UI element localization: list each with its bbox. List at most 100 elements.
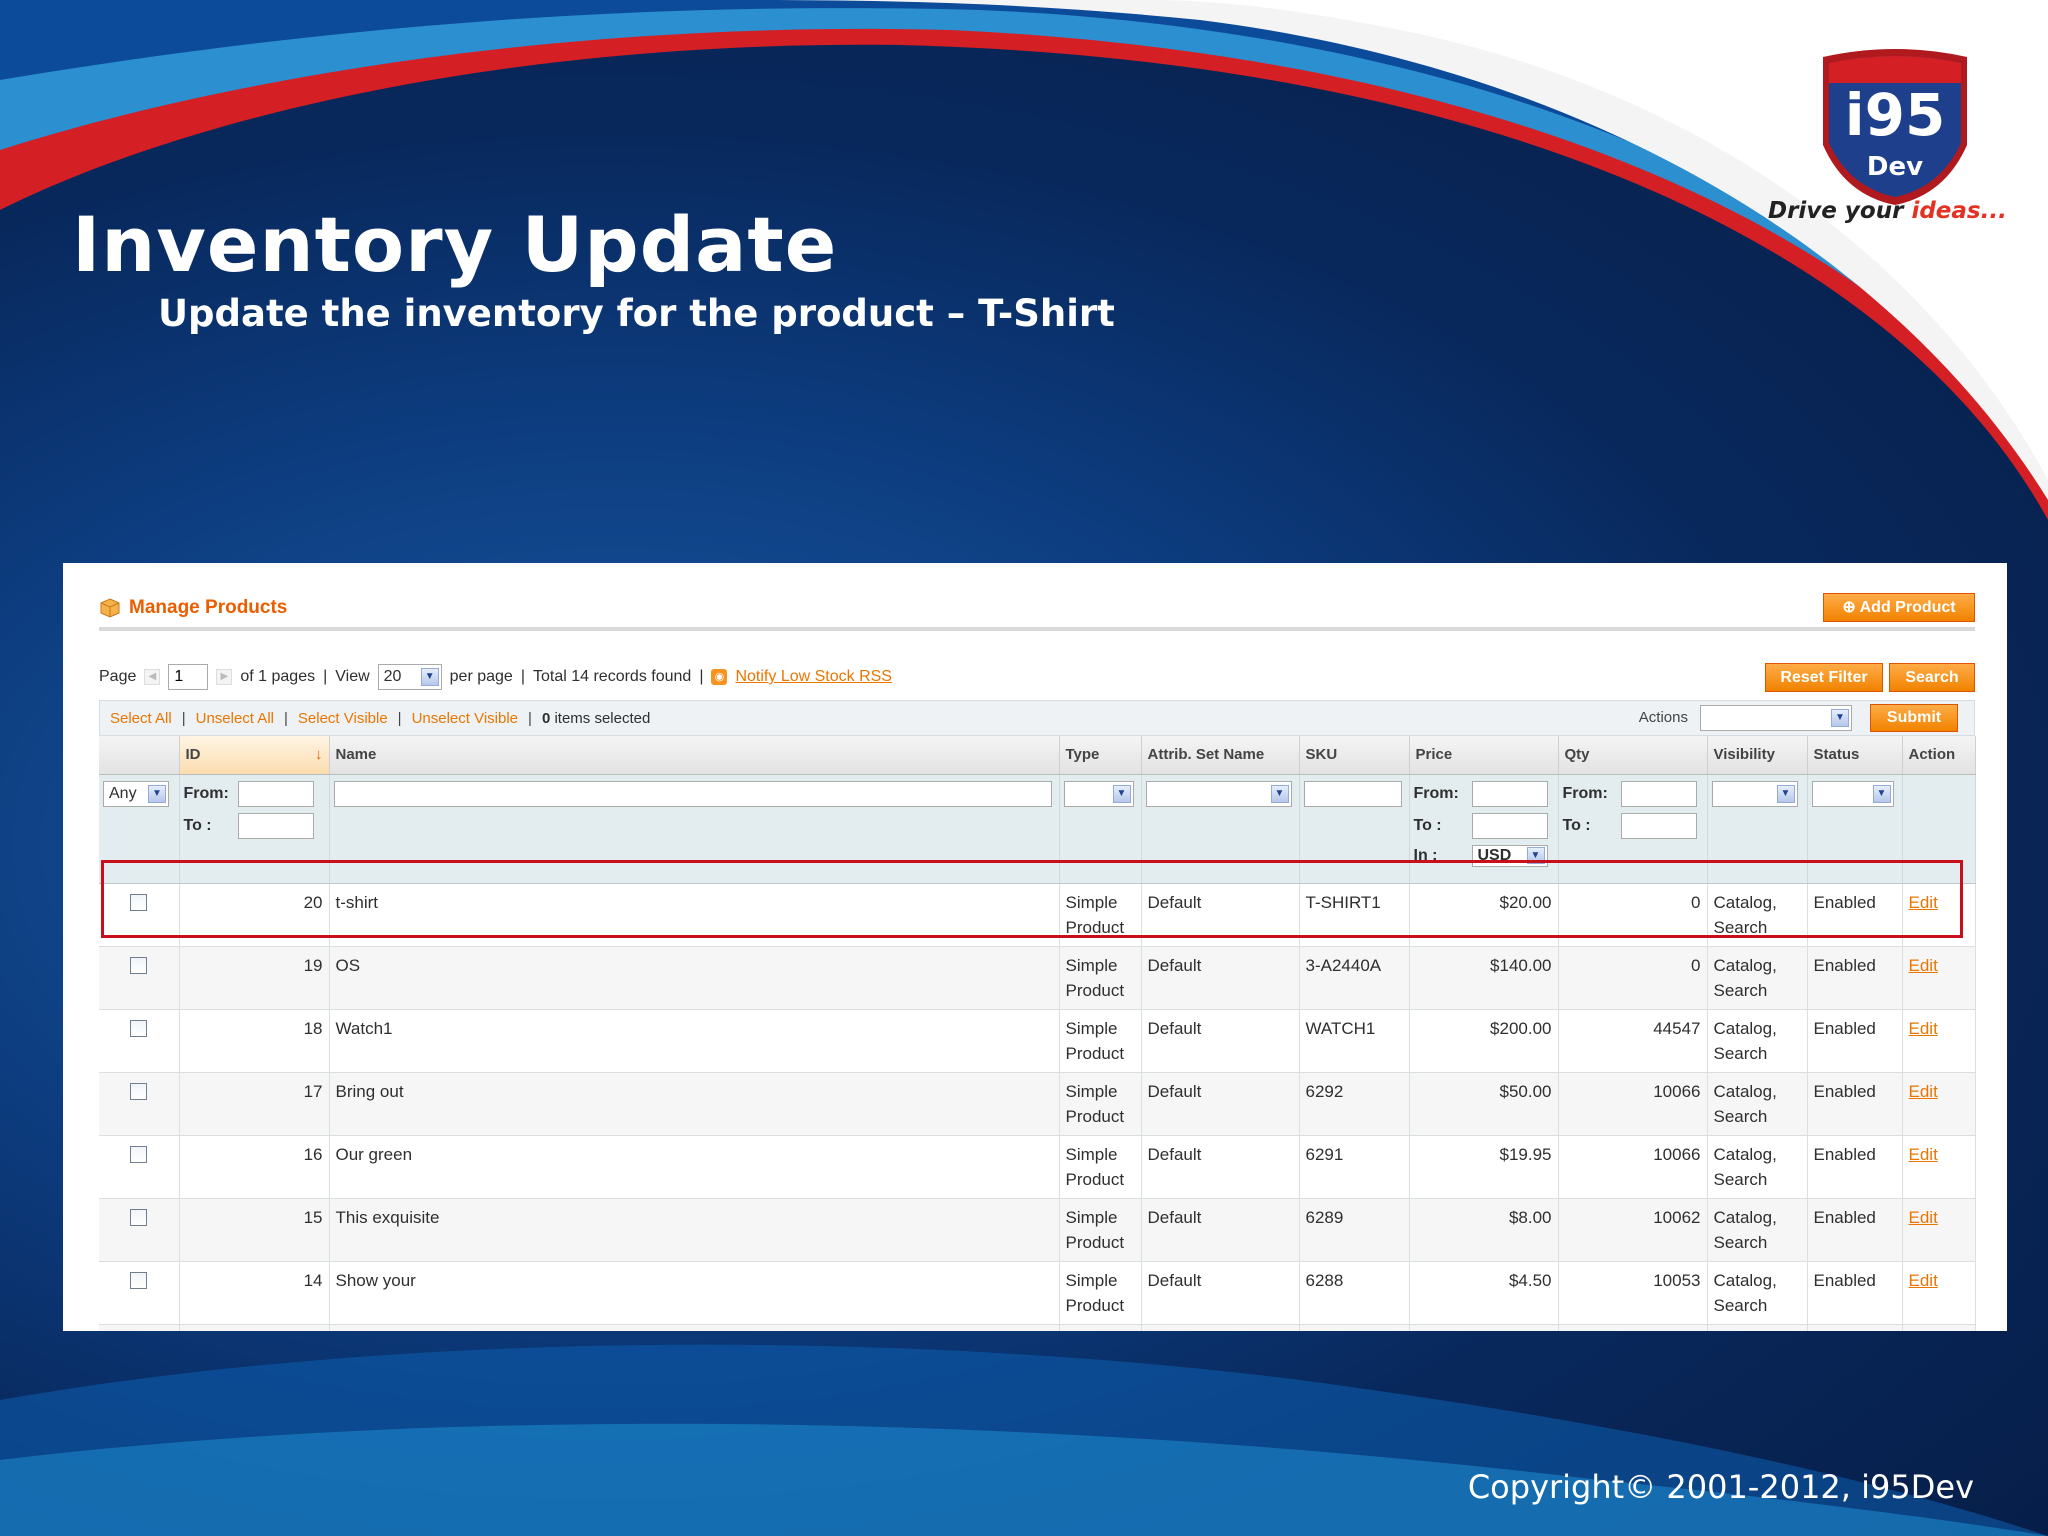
page-header: Manage Products ⊕ Add Product [99, 593, 1975, 625]
id-to-input[interactable] [237, 812, 314, 839]
cell-action: Edit [1902, 1072, 1976, 1136]
cell-id: 20 [179, 883, 330, 947]
qty-to-input[interactable] [1620, 812, 1697, 839]
select-all-link[interactable]: Select All [110, 710, 172, 727]
price-to-input[interactable] [1471, 812, 1548, 839]
id-from-input[interactable] [237, 780, 314, 807]
row-checkbox[interactable] [130, 956, 148, 974]
cell-visibility: Catalog,Search [1707, 1198, 1808, 1262]
type-filter-select[interactable]: ▼ [1063, 780, 1134, 807]
cell-price: $140.00 [1409, 946, 1559, 1010]
edit-link[interactable]: Edit [1909, 1145, 1938, 1164]
cell-price: $200.00 [1409, 1009, 1559, 1073]
chevron-down-icon: ▼ [1526, 846, 1545, 864]
cell-id: 18 [179, 1009, 330, 1073]
cell-attrib-set: Default [1141, 1135, 1300, 1199]
attrib-set-filter-select[interactable]: ▼ [1145, 780, 1292, 807]
submit-button[interactable]: Submit [1870, 704, 1958, 732]
next-page-icon[interactable]: ▶ [216, 669, 233, 685]
edit-link[interactable]: Edit [1909, 1082, 1938, 1101]
col-price-header[interactable]: Price [1409, 736, 1559, 775]
row-checkbox[interactable] [130, 893, 148, 911]
cell-sku: 6292 [1299, 1072, 1410, 1136]
cell-type: SimpleProduct [1059, 1261, 1142, 1325]
prev-page-icon[interactable]: ◀ [144, 669, 161, 685]
add-product-button[interactable]: ⊕ Add Product [1823, 593, 1975, 622]
table-row[interactable]: 20 t-shirt Simple Product Default T-SHIRT1 $20… [99, 883, 1976, 947]
table-row[interactable]: 16 Our green Simple Product Default 6291 $19.9… [99, 1135, 1976, 1199]
name-filter-input[interactable] [333, 780, 1052, 807]
cell-qty: 10066 [1558, 1135, 1708, 1199]
row-checkbox[interactable] [130, 1019, 148, 1037]
sku-filter-input[interactable] [1303, 780, 1402, 807]
slide-subtitle: Update the inventory for the product – T… [158, 292, 1115, 335]
page-number-input[interactable] [168, 664, 209, 690]
qty-from-input[interactable] [1620, 780, 1697, 807]
edit-link[interactable]: Edit [1909, 1271, 1938, 1290]
col-qty-header[interactable]: Qty [1558, 736, 1708, 775]
col-type-header[interactable]: Type [1059, 736, 1142, 775]
notify-low-stock-rss-link[interactable]: Notify Low Stock RSS [735, 668, 892, 686]
cell-visibility: Catalog,Search [1707, 1324, 1808, 1331]
unselect-visible-link[interactable]: Unselect Visible [412, 710, 518, 727]
cell-price: $8.00 [1409, 1198, 1559, 1262]
col-status-header[interactable]: Status [1807, 736, 1903, 775]
col-action-header: Action [1902, 736, 1976, 775]
cell-attrib-set: Default [1141, 1009, 1300, 1073]
price-from-input[interactable] [1471, 780, 1548, 807]
massaction-filter-select[interactable]: Any ▼ [103, 780, 169, 807]
mass-action-bar: Select All | Unselect All | Select Visible… [99, 700, 1975, 736]
table-row[interactable]: 18 Watch1 Simple Product Default WATCH1 $200.0… [99, 1009, 1976, 1073]
table-row[interactable]: 14 Show your Simple Product Default 6288 $4.50… [99, 1261, 1976, 1325]
actions-select[interactable]: ▼ [1700, 705, 1852, 731]
edit-link[interactable]: Edit [1909, 956, 1938, 975]
unselect-all-link[interactable]: Unselect All [196, 710, 274, 727]
col-name-header[interactable]: Name [329, 736, 1060, 775]
cell-type: SimpleProduct [1059, 946, 1142, 1010]
sort-down-icon: ↓ [315, 746, 323, 764]
cell-sku: 6291 [1299, 1135, 1410, 1199]
col-attrib-set-header[interactable]: Attrib. Set Name [1141, 736, 1300, 775]
header-divider [99, 627, 1975, 631]
row-checkbox[interactable] [130, 1271, 148, 1289]
select-visible-link[interactable]: Select Visible [298, 710, 388, 727]
table-row[interactable]: 13Tired ofSimpleProductDefault6286$5.959… [99, 1324, 1976, 1331]
row-checkbox[interactable] [130, 1145, 148, 1163]
cell-status: Enabled [1807, 1324, 1903, 1331]
cell-status: Enabled [1807, 1261, 1903, 1325]
col-id-header[interactable]: ID ↓ [179, 736, 330, 775]
cell-type: SimpleProduct [1059, 1135, 1142, 1199]
visibility-filter-select[interactable]: ▼ [1711, 780, 1798, 807]
per-page-select[interactable]: 20 ▼ [377, 664, 442, 690]
search-button[interactable]: Search [1889, 663, 1975, 692]
cell-status: Enabled [1807, 946, 1903, 1010]
status-filter-select[interactable]: ▼ [1811, 780, 1894, 807]
currency-select[interactable]: USD ▼ [1471, 844, 1548, 867]
rss-icon: ◉ [711, 669, 728, 685]
cell-name: Our green [329, 1135, 1060, 1199]
edit-link[interactable]: Edit [1909, 1019, 1938, 1038]
cell-qty: 10062 [1558, 1198, 1708, 1262]
cell-visibility: Catalog,Search [1707, 946, 1808, 1010]
cell-sku: WATCH1 [1299, 1009, 1410, 1073]
row-checkbox[interactable] [130, 1082, 148, 1100]
cell-action: Edit [1902, 1198, 1976, 1262]
grid-header-row: ID ↓ Name Type Attrib. Set Name SKU Price… [99, 736, 1976, 775]
cell-status: Enabled [1807, 1072, 1903, 1136]
table-row[interactable]: 15 This exquisite Simple Product Default 6289… [99, 1198, 1976, 1262]
col-sku-header[interactable]: SKU [1299, 736, 1410, 775]
row-checkbox[interactable] [130, 1208, 148, 1226]
edit-link[interactable]: Edit [1909, 1208, 1938, 1227]
cell-visibility: Catalog,Search [1707, 1072, 1808, 1136]
reset-filter-button[interactable]: Reset Filter [1765, 663, 1883, 692]
col-checkbox-header [99, 736, 180, 775]
table-row[interactable]: 17 Bring out Simple Product Default 6292 $50.0… [99, 1072, 1976, 1136]
edit-link[interactable]: Edit [1909, 893, 1938, 912]
logo-mark-dev: Dev [1867, 152, 1923, 182]
table-row[interactable]: 19 OS Simple Product Default 3-A2440A $140.00 0… [99, 946, 1976, 1010]
cell-status: Enabled [1807, 1198, 1903, 1262]
chevron-down-icon: ▼ [1112, 784, 1131, 803]
col-visibility-header[interactable]: Visibility [1707, 736, 1808, 775]
cell-type: SimpleProduct [1059, 1072, 1142, 1136]
chevron-down-icon: ▼ [420, 668, 439, 686]
